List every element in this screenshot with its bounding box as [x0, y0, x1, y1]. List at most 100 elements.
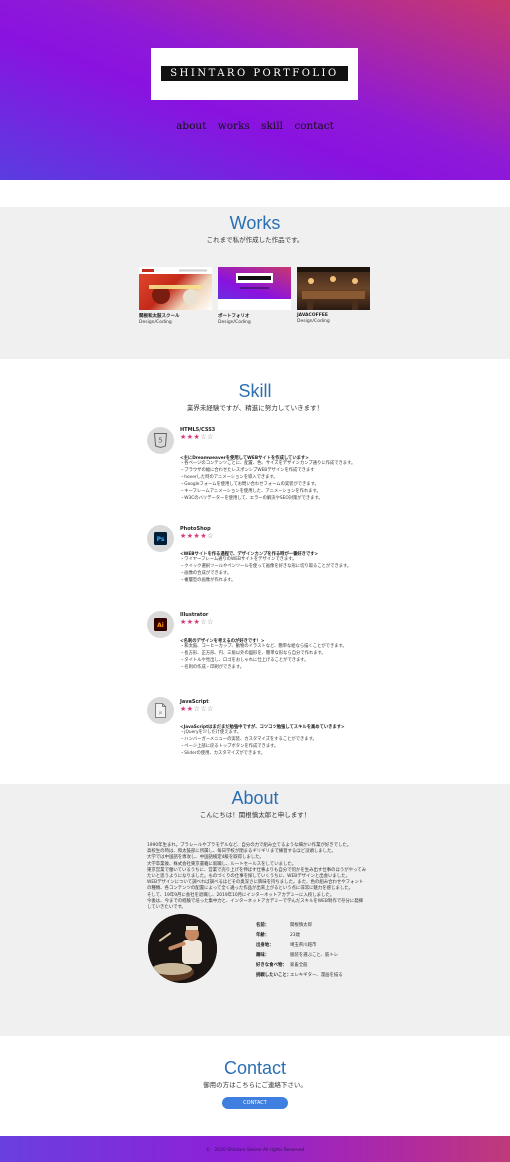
skill-point: ・hoverした時のアニメーションを導入できます。: [180, 475, 278, 480]
about-biography: 1990年生まれ。ブラレールやプラモデルなど、自分の力で組み立てるような細かい作…: [147, 843, 366, 911]
skill-point: ・ブラウザの幅に合わせたレスポンシブWEBデザインを作成できます: [180, 468, 315, 473]
work-category-javacoffee: Design/Coding: [297, 319, 330, 324]
skill-point: ・長方形、正方形、円、三角以外の図形を、簡単な形なら自分で作れます。: [180, 651, 326, 656]
profile-value: 関根慎太郎: [290, 923, 312, 928]
svg-text:JS: JS: [158, 711, 163, 715]
skill-icon-javascript: JS: [147, 697, 174, 724]
skill-points-html5: ・各ページのコンテンツごとに、配置、色、サイズをデザインカンプ通りに作成できます…: [180, 460, 355, 502]
work-category-taiko: Design/Coding: [139, 320, 172, 325]
works-section: Works これまで私が作成した作品です。 関根和太鼓スクール Design/C…: [0, 207, 510, 359]
work-item-taiko[interactable]: 関根和太鼓スクール Design/Coding: [139, 267, 212, 325]
skill-point: ・画像の合成ができます。: [180, 571, 232, 576]
profile-photo: [148, 914, 217, 983]
rating-stars-filled: ★★★: [180, 433, 201, 441]
svg-text:Ps: Ps: [157, 536, 165, 543]
skill-point: ・名刺の作成・印刷ができます。: [180, 665, 245, 670]
svg-text:5: 5: [158, 437, 162, 445]
profile-key: 名前：: [256, 923, 270, 928]
skill-section: Skill 業界未経験ですが、精進に努力していきます！ 5 HTML5/CSS3…: [0, 359, 510, 784]
svg-text:Ai: Ai: [157, 622, 164, 629]
profile-value: 服装を選ぶこと、筋トレ: [290, 953, 339, 958]
skill-point: ・タイトルや見出し、ロゴをおしゃれに仕上げることができます。: [180, 658, 309, 663]
work-thumbnail-portfolio[interactable]: [218, 267, 291, 310]
contact-subtitle: 御用の方はこちらにご連絡下さい。: [203, 1081, 307, 1089]
rating-stars-empty: ☆☆: [200, 618, 214, 626]
skill-point: ・Googleフォームを使用してお問い合わせフォームの実装ができます。: [180, 482, 319, 487]
skill-rating-illustrator: ★★★☆☆: [180, 618, 214, 626]
work-thumbnail-javacoffee[interactable]: [297, 267, 370, 310]
skill-point: ・和太鼓、コーヒーカップ、動物のイラストなど、簡単な絵なら描くことができます。: [180, 644, 347, 649]
work-item-javacoffee[interactable]: JAVACOFFEE Design/Coding: [297, 267, 370, 324]
site-logo[interactable]: SHINTARO PORTFOLIO: [151, 48, 358, 100]
illustrator-icon: Ai: [154, 618, 167, 631]
works-subtitle: これまで私が作成した作品です。: [206, 236, 304, 244]
html5-icon: 5: [154, 433, 167, 448]
skill-point: ・クイック選択ツールやペンツールを使って画像を好きな形に切り取ることができます。: [180, 564, 352, 569]
rating-stars-empty: ☆☆☆: [193, 705, 214, 713]
skill-icon-photoshop: Ps: [147, 525, 174, 552]
rating-stars-filled: ★★★★: [180, 532, 208, 540]
copyright-text: © 2020 Shintaro Sekine All rights Reserv…: [205, 1148, 305, 1153]
skill-title: Skill: [238, 381, 272, 401]
cafe-interior-illustration: [297, 267, 370, 310]
logo-text: SHINTARO PORTFOLIO: [161, 66, 348, 81]
rating-stars-empty: ☆: [207, 532, 214, 540]
contact-button[interactable]: CONTACT: [222, 1097, 288, 1109]
profile-value: 家畜全般: [290, 963, 308, 968]
rating-stars-empty: ☆☆: [200, 433, 214, 441]
work-name-portfolio: ポートフォリオ: [218, 314, 250, 319]
bio-line: そして、19年9月に会社を退職し、2019年10月にインターネットアカデミーに入…: [147, 892, 335, 898]
skill-point: ・各ページのコンテンツごとに、配置、色、サイズをデザインカンプ通りに作成できます…: [180, 461, 356, 466]
skill-rating-photoshop: ★★★★☆: [180, 532, 214, 540]
javascript-icon: JS: [155, 703, 166, 718]
profile-value: 23歳: [290, 933, 300, 938]
work-category-portfolio: Design/Coding: [218, 320, 251, 325]
rating-stars-filled: ★★★: [180, 618, 201, 626]
profile-value: 埼玉県川越市: [290, 943, 317, 948]
works-title: Works: [229, 213, 281, 233]
rating-stars-filled: ★★: [180, 705, 194, 713]
photoshop-icon: Ps: [154, 532, 167, 545]
profile-value: エレキギター、漫画を描る: [290, 973, 343, 978]
skill-rating-html5: ★★★☆☆: [180, 433, 214, 441]
profile-key: 年齢：: [256, 933, 270, 938]
bio-line: の種類、各コンテンツの配置によって全く違った作品が出来上がるという点に非常に魅力…: [147, 886, 354, 892]
skill-points-illustrator: ・和太鼓、コーヒーカップ、動物のイラストなど、簡単な絵なら描くことができます。 …: [180, 643, 347, 671]
about-section: About こんにちは！関根慎太郎と申します！ 1990年生まれ。ブラレールやプ…: [0, 784, 510, 1036]
work-name-taiko: 関根和太鼓スクール: [139, 314, 180, 319]
nav-skill[interactable]: skill: [261, 120, 283, 132]
about-subtitle: こんにちは！関根慎太郎と申します！: [199, 811, 311, 819]
taiko-scene-illustration: [139, 267, 212, 305]
portfolio-preview-illustration: [218, 273, 291, 310]
drummer-photo-illustration: [148, 914, 217, 983]
hero-header: SHINTARO PORTFOLIO about works skill con…: [0, 0, 510, 180]
nav-about[interactable]: about: [176, 120, 206, 132]
work-name-javacoffee: JAVACOFFEE: [297, 313, 328, 318]
nav-works[interactable]: works: [218, 120, 250, 132]
work-thumbnail-taiko[interactable]: [139, 267, 212, 310]
site-footer: © 2020 Shintaro Sekine All rights Reserv…: [0, 1136, 510, 1162]
skill-icon-illustrator: Ai: [147, 611, 174, 638]
profile-key: 出身地：: [256, 943, 274, 948]
skill-icon-html5: 5: [147, 427, 174, 454]
skill-point: ・複層型の画像が作れます。: [180, 578, 236, 583]
skill-point: ・ハンバーガーメニューの実装、カスタマイズをすることができます。: [180, 737, 317, 742]
skill-point: ・ワイヤーフレーム通りのWEBサイトをデザインできます。: [180, 557, 297, 562]
nav-contact[interactable]: contact: [294, 120, 334, 132]
global-nav: about works skill contact: [0, 120, 510, 132]
work-item-portfolio[interactable]: ポートフォリオ Design/Coding: [218, 267, 291, 325]
profile-key: 趣味：: [256, 953, 270, 958]
skill-point: ・Sliderの使用、カスタマイズができます。: [180, 751, 265, 756]
profile-key: 好きな食べ物：: [256, 963, 287, 968]
about-title: About: [231, 788, 279, 808]
skill-points-javascript: ・jQueryを少しだけ使えます。 ・ハンバーガーメニューの実装、カスタマイズを…: [180, 729, 317, 757]
skill-point: ・キーフレームアニメーションを使用した、アニメーションを作れます。: [180, 489, 321, 494]
profile-key: 挑戦したいこと：: [256, 973, 292, 978]
skill-subtitle: 業界未経験ですが、精進に努力していきます！: [186, 404, 324, 412]
skill-points-photoshop: ・ワイヤーフレーム通りのWEBサイトをデザインできます。 ・クイック選択ツールや…: [180, 556, 351, 584]
contact-section: Contact 御用の方はこちらにご連絡下さい。 CONTACT: [0, 1036, 510, 1136]
bio-line: していきたいです。: [147, 905, 186, 911]
skill-point: ・ページ上部に戻るトップボタンを作成できます。: [180, 744, 279, 749]
skill-point: ・jQueryを少しだけ使えます。: [180, 730, 242, 735]
skill-point: ・W3Cのバリデーターを使用して、エラーの解決やSEO対策ができます。: [180, 496, 323, 501]
